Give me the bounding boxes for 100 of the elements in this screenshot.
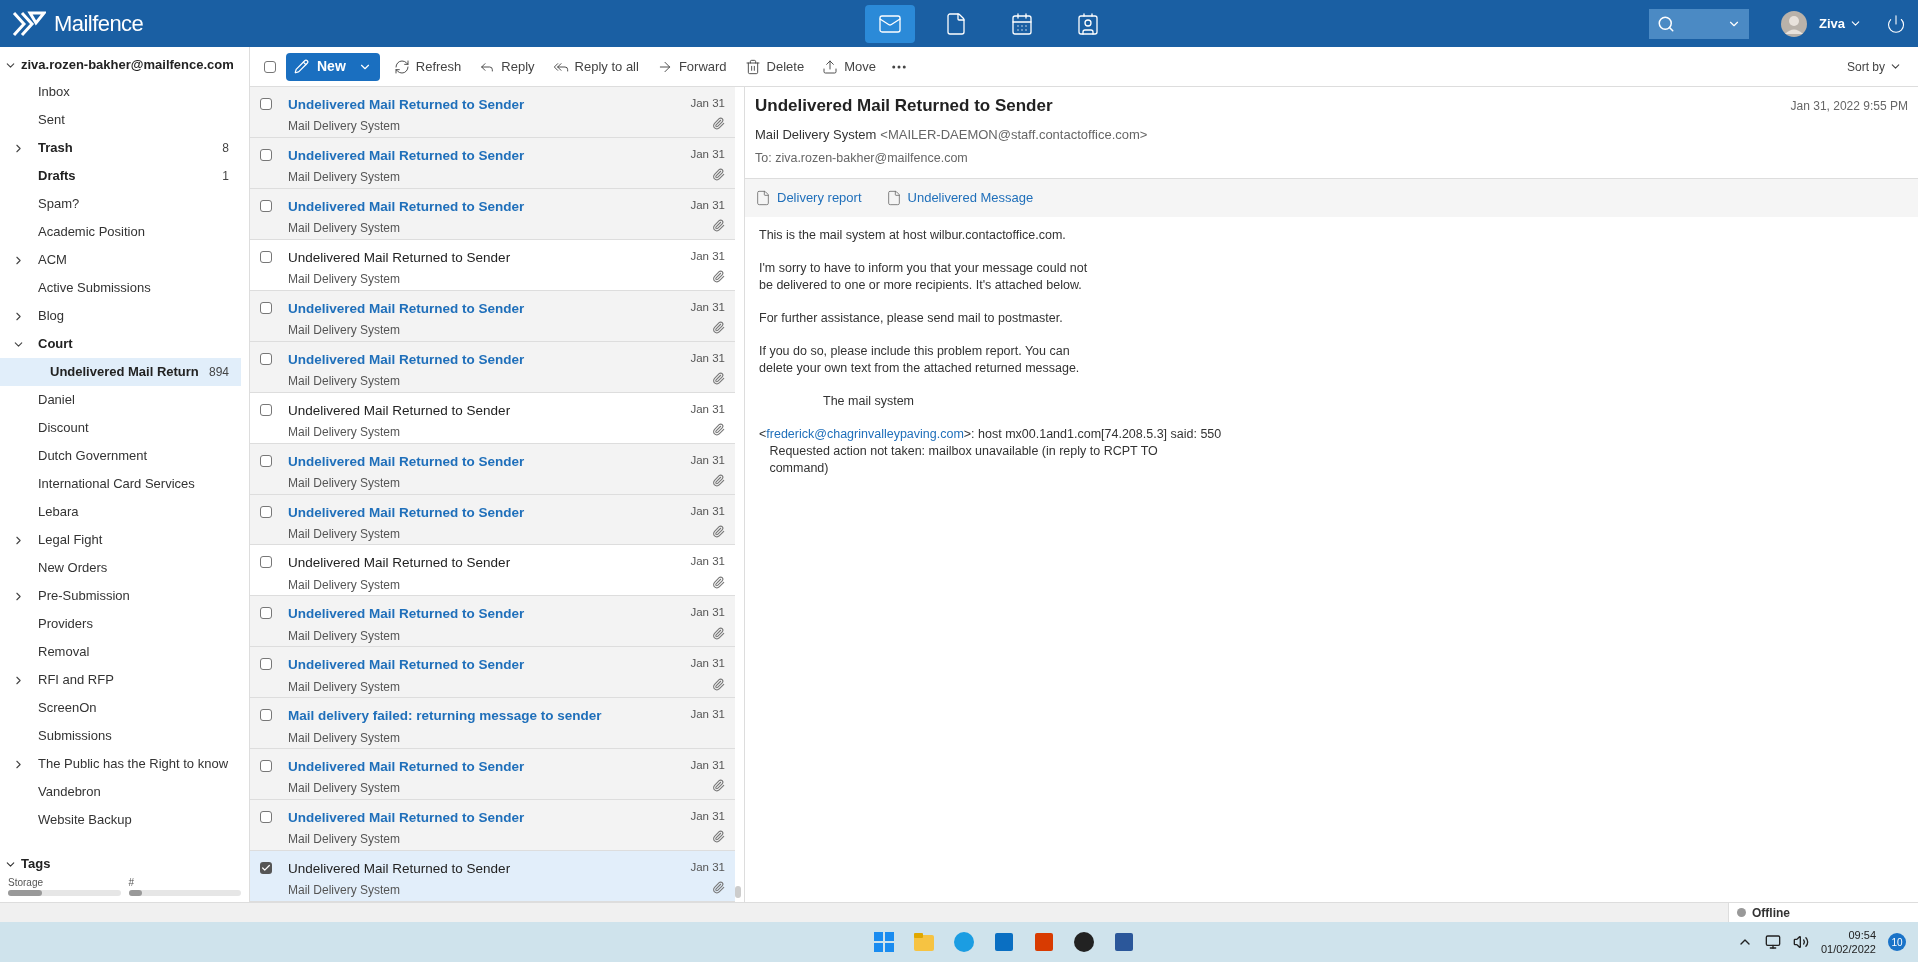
- email-link[interactable]: frederick@chagrinvalleypaving.com: [766, 426, 964, 441]
- folder-item[interactable]: Active Submissions: [0, 274, 241, 302]
- attachment-link[interactable]: Undelivered Message: [885, 188, 1034, 208]
- folder-item[interactable]: Undelivered Mail Return 894: [0, 358, 241, 386]
- select-all-checkbox[interactable]: [264, 60, 276, 73]
- speaker-icon[interactable]: [1792, 934, 1809, 950]
- message-row[interactable]: Undelivered Mail Returned to Sender Mail Delivery System Jan 31: [250, 443, 735, 495]
- checkbox[interactable]: [260, 199, 272, 212]
- folder-item[interactable]: Daniel: [0, 386, 241, 414]
- message-row[interactable]: Mail delivery failed: returning message to sender Mail Delivery System Jan 31: [250, 698, 735, 750]
- toolbar-button[interactable]: Move: [818, 56, 880, 77]
- folder-name: Spam?: [38, 195, 81, 214]
- account-name[interactable]: ziva.rozen-bakher@mailfence.com: [21, 55, 234, 75]
- app-tab[interactable]: [865, 4, 915, 43]
- folder-item[interactable]: Dutch Government: [0, 442, 241, 470]
- new-button[interactable]: New: [286, 52, 380, 81]
- folder-item[interactable]: The Public has the Right to know: [0, 750, 241, 778]
- message-subject: Undelivered Mail Returned to Sender: [288, 401, 512, 420]
- message-row[interactable]: Undelivered Mail Returned to Sender Mail Delivery System Jan 31: [250, 494, 735, 546]
- notification-badge[interactable]: 10: [1888, 933, 1906, 951]
- toolbar-button[interactable]: Reply: [475, 56, 539, 77]
- message-row[interactable]: Undelivered Mail Returned to Sender Mail Delivery System Jan 31: [250, 749, 735, 801]
- sort-button[interactable]: Sort by: [1847, 57, 1902, 76]
- folder-item[interactable]: ScreenOn: [0, 694, 241, 722]
- message-subject: Undelivered Mail Returned to Sender: [288, 96, 526, 114]
- checkbox[interactable]: [260, 98, 272, 110]
- message-subject: Undelivered Mail Returned to Sender: [288, 554, 512, 573]
- folder-item[interactable]: Vandebron: [0, 778, 241, 806]
- connection-status: Offline: [1728, 903, 1918, 922]
- message-sender: Mail Delivery System: [288, 678, 402, 696]
- message-row[interactable]: Undelivered Mail Returned to Sender Mail Delivery System Jan 31: [250, 851, 735, 902]
- toolbar-button[interactable]: Reply to all: [548, 56, 643, 77]
- message-row[interactable]: Undelivered Mail Returned to Sender Mail Delivery System Jan 31: [250, 87, 735, 138]
- message-date: Jan 31: [690, 605, 725, 621]
- message-date: Jan 31: [690, 503, 725, 519]
- message-sender: Mail Delivery System: [288, 474, 402, 492]
- message-row[interactable]: Undelivered Mail Returned to Sender Mail Delivery System Jan 31: [250, 137, 735, 189]
- attachment-link[interactable]: Delivery report: [755, 188, 862, 208]
- toolbar-button[interactable]: Forward: [652, 56, 731, 77]
- folder-item[interactable]: Spam?: [0, 190, 241, 218]
- checkbox[interactable]: [260, 301, 272, 314]
- app-icon[interactable]: [1072, 930, 1097, 954]
- message-row[interactable]: Undelivered Mail Returned to Sender Mail Delivery System Jan 31: [250, 800, 735, 852]
- user-menu[interactable]: Ziva: [1819, 13, 1862, 34]
- monitor-icon[interactable]: [1764, 934, 1781, 950]
- folder-item[interactable]: Drafts 1: [0, 162, 241, 190]
- avatar[interactable]: [1781, 10, 1807, 37]
- tags-heading[interactable]: Tags: [21, 854, 51, 874]
- folder-item[interactable]: Lebara: [0, 498, 241, 526]
- folder-item[interactable]: Sent: [0, 106, 241, 134]
- message-sender: Mail Delivery System: [288, 118, 402, 136]
- checkbox[interactable]: [260, 556, 272, 569]
- folder-item[interactable]: Blog: [0, 302, 241, 330]
- folder-item[interactable]: ACM: [0, 246, 241, 274]
- checkbox[interactable]: [260, 760, 272, 773]
- folder-item[interactable]: Removal: [0, 638, 241, 666]
- checkbox[interactable]: [260, 811, 272, 824]
- checkbox[interactable]: [260, 709, 272, 722]
- message-subject: Undelivered Mail Returned to Sender: [288, 860, 512, 879]
- checkbox[interactable]: [260, 505, 272, 518]
- file-icon: [755, 189, 771, 206]
- folder-item[interactable]: Inbox: [0, 78, 241, 106]
- folder-item[interactable]: Academic Position: [0, 218, 241, 246]
- folder-item[interactable]: RFI and RFP: [0, 666, 241, 694]
- folder-item[interactable]: International Card Services: [0, 470, 241, 498]
- clock-date[interactable]: 01/02/2022: [1820, 942, 1876, 956]
- message-row[interactable]: Undelivered Mail Returned to Sender Mail Delivery System Jan 31: [250, 647, 735, 699]
- message-row[interactable]: Undelivered Mail Returned to Sender Mail Delivery System Jan 31: [250, 596, 735, 648]
- search-icon: [1657, 14, 1675, 33]
- checkbox[interactable]: [260, 250, 272, 263]
- folder-item[interactable]: Submissions: [0, 722, 241, 750]
- folder-item[interactable]: Trash 8: [0, 134, 241, 162]
- body-paragraph: For further assistance, please send mail to postmaster.: [759, 309, 1064, 327]
- message-sender: Mail Delivery System: [288, 423, 402, 441]
- checkbox[interactable]: [260, 658, 272, 671]
- clock-time[interactable]: 09:54: [1848, 928, 1876, 942]
- checkbox[interactable]: [260, 148, 272, 161]
- checkbox[interactable]: [260, 607, 272, 620]
- message-row[interactable]: Undelivered Mail Returned to Sender Mail Delivery System Jan 31: [250, 290, 735, 342]
- message-date: Jan 31: [690, 350, 725, 366]
- folder-item[interactable]: Providers: [0, 610, 241, 638]
- scrollbar-thumb[interactable]: [735, 886, 741, 898]
- folder-item[interactable]: New Orders: [0, 554, 241, 582]
- toolbar-button[interactable]: Delete: [740, 56, 809, 77]
- toolbar-button[interactable]: Refresh: [389, 56, 466, 77]
- folder-name: Drafts: [38, 167, 77, 186]
- checkbox[interactable]: [260, 862, 272, 875]
- message-row[interactable]: Undelivered Mail Returned to Sender Mail Delivery System Jan 31: [250, 188, 735, 240]
- checkbox[interactable]: [260, 454, 272, 467]
- folder-item[interactable]: Legal Fight: [0, 526, 241, 554]
- folder-item[interactable]: Pre-Submission: [0, 582, 241, 610]
- folder-item[interactable]: Court: [0, 330, 241, 358]
- checkbox[interactable]: [260, 403, 272, 416]
- folder-item[interactable]: Discount: [0, 414, 241, 442]
- search-field[interactable]: [1649, 8, 1749, 39]
- message-row[interactable]: Undelivered Mail Returned to Sender Mail Delivery System Jan 31: [250, 341, 735, 393]
- folder-item[interactable]: Website Backup: [0, 806, 241, 834]
- folder-count: 1: [222, 168, 229, 185]
- power-icon[interactable]: [1886, 13, 1906, 34]
- checkbox[interactable]: [260, 352, 272, 365]
